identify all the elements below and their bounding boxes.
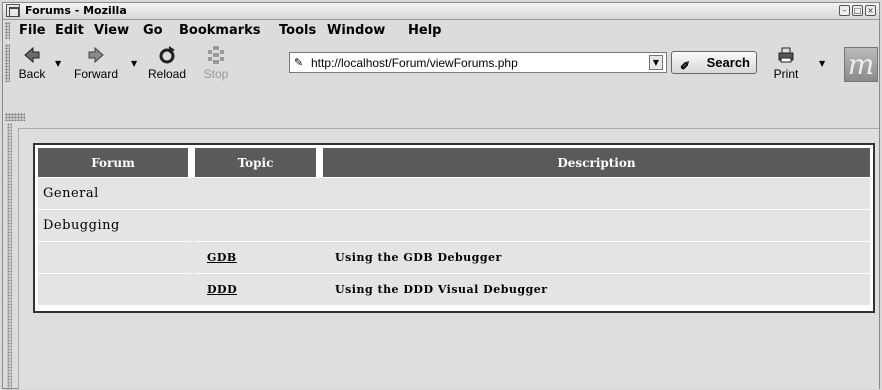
stop-icon	[208, 46, 224, 64]
description-cell: Using the DDD Visual Debugger	[323, 273, 870, 305]
forum-table: Forum Topic Description General Debuggin…	[38, 148, 870, 305]
back-button[interactable]: Back	[14, 45, 50, 81]
maximize-icon[interactable]: □	[852, 5, 863, 16]
forum-name: General	[38, 177, 870, 209]
menu-go[interactable]: Go	[143, 23, 163, 38]
header-description: Description	[323, 148, 870, 177]
topic-link-gdb[interactable]: GDB	[207, 251, 237, 264]
toolbar-grip[interactable]	[5, 44, 10, 82]
minimize-icon[interactable]: –	[839, 5, 850, 16]
browser-window: Forums - Mozilla – □ × File Edit View Go…	[2, 2, 880, 390]
print-dropdown-icon[interactable]: ▼	[819, 59, 825, 68]
menu-bookmarks[interactable]: Bookmarks	[179, 23, 261, 38]
search-icon: ✐	[680, 59, 691, 73]
url-bar[interactable]: ✎ http://localhost/Forum/viewForums.php …	[289, 52, 667, 73]
empty-cell	[38, 241, 195, 273]
personal-toolbar-grip[interactable]	[5, 113, 25, 121]
reload-label: Reload	[147, 67, 187, 81]
forward-dropdown-icon[interactable]: ▼	[131, 59, 137, 68]
reload-button[interactable]: Reload	[143, 45, 191, 81]
back-dropdown-icon[interactable]: ▼	[55, 59, 61, 68]
forward-button[interactable]: Forward	[67, 45, 125, 81]
title-bar[interactable]: Forums - Mozilla – □ ×	[3, 3, 879, 20]
back-label: Back	[18, 67, 46, 81]
url-dropdown-icon[interactable]: ▼	[649, 55, 663, 70]
navigation-toolbar: Back ▼ Forward ▼ Reload Stop ✎ http://lo…	[3, 42, 879, 89]
stop-button[interactable]: Stop	[199, 45, 233, 81]
menubar-grip[interactable]	[5, 22, 10, 39]
table-row: DDD Using the DDD Visual Debugger	[38, 273, 870, 305]
window-title: Forums - Mozilla	[25, 4, 127, 17]
print-button[interactable]: Print	[769, 45, 803, 81]
header-forum: Forum	[38, 148, 195, 177]
menu-help[interactable]: Help	[408, 23, 441, 38]
forward-arrow-icon	[88, 46, 104, 64]
description-cell: Using the GDB Debugger	[323, 241, 870, 273]
url-text: http://localhost/Forum/viewForums.php	[311, 56, 518, 70]
menu-file[interactable]: File	[19, 23, 46, 38]
forward-label: Forward	[73, 67, 118, 81]
menu-bar: File Edit View Go Bookmarks Tools Window…	[3, 20, 879, 41]
mozilla-logo[interactable]: m	[844, 47, 878, 82]
stop-label: Stop	[203, 67, 229, 81]
topic-cell: GDB	[195, 241, 323, 273]
page-icon: ✎	[294, 56, 304, 69]
table-row: Debugging	[38, 209, 870, 241]
forum-table-frame: Forum Topic Description General Debuggin…	[33, 143, 875, 313]
printer-icon	[778, 47, 794, 63]
search-button[interactable]: ✐ Search	[671, 51, 757, 74]
window-controls: – □ ×	[839, 5, 876, 16]
topic-link-ddd[interactable]: DDD	[207, 283, 237, 296]
menu-edit[interactable]: Edit	[55, 23, 84, 38]
search-label: Search	[706, 55, 750, 70]
menu-tools[interactable]: Tools	[279, 23, 316, 38]
close-icon[interactable]: ×	[865, 5, 876, 16]
back-arrow-icon	[24, 46, 40, 64]
header-topic: Topic	[195, 148, 323, 177]
forum-name: Debugging	[38, 209, 870, 241]
table-row: General	[38, 177, 870, 209]
menu-window[interactable]: Window	[327, 23, 385, 38]
sidebar-grip[interactable]	[7, 123, 12, 390]
topic-cell: DDD	[195, 273, 323, 305]
menu-view[interactable]: View	[94, 23, 129, 38]
reload-icon	[159, 46, 175, 64]
empty-cell	[38, 273, 195, 305]
page-content: Forum Topic Description General Debuggin…	[18, 128, 879, 389]
app-icon	[6, 4, 20, 17]
table-row: GDB Using the GDB Debugger	[38, 241, 870, 273]
personal-toolbar	[3, 113, 879, 122]
print-label: Print	[773, 67, 799, 81]
